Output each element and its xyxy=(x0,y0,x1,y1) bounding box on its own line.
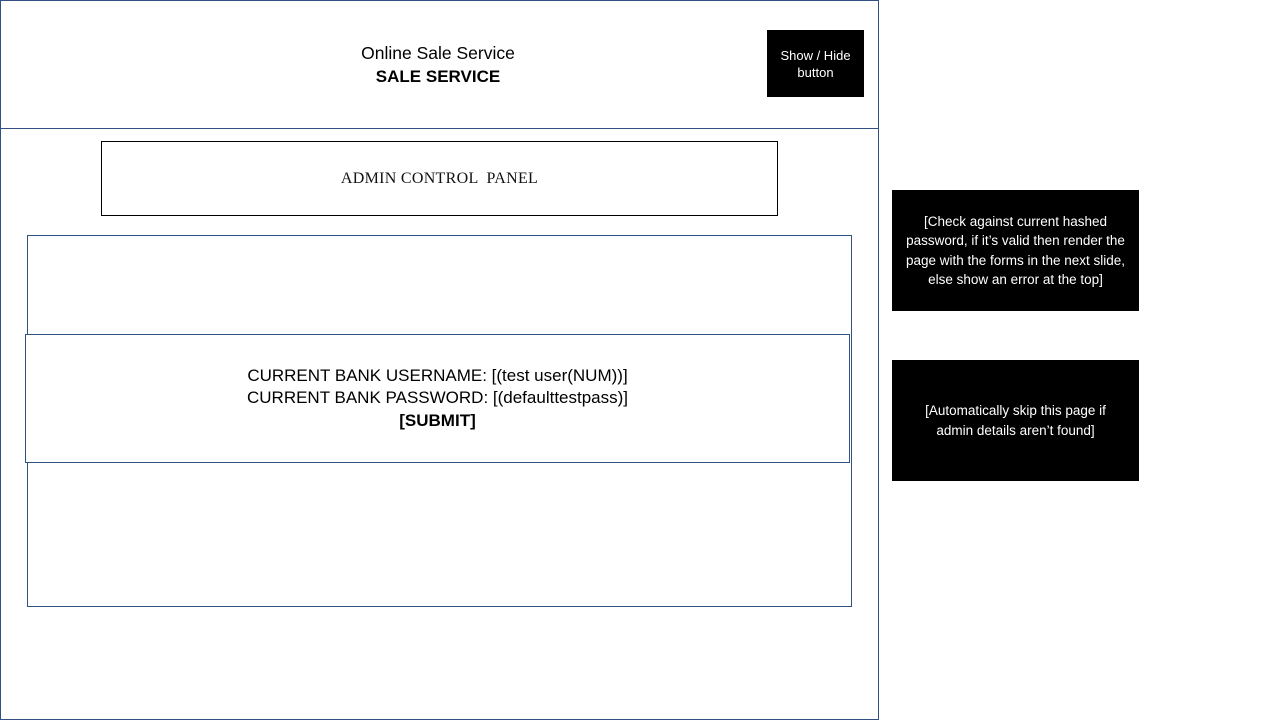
auto-skip-note: [Automatically skip this page if admin d… xyxy=(892,360,1139,481)
admin-panel-title: ADMIN CONTROL PANEL xyxy=(340,169,539,187)
page-header: Online Sale Service SALE SERVICE xyxy=(238,42,638,88)
header-divider xyxy=(0,128,879,129)
password-check-note-text: [Check against current hashed password, … xyxy=(905,213,1126,288)
password-check-note: [Check against current hashed password, … xyxy=(892,190,1139,311)
service-name: SALE SERVICE xyxy=(375,67,501,86)
show-hide-button[interactable]: Show / Hide button xyxy=(767,30,864,97)
submit-button[interactable]: [SUBMIT] xyxy=(399,410,475,433)
app-name: Online Sale Service xyxy=(361,43,515,63)
username-field[interactable]: CURRENT BANK USERNAME: [(test user(NUM))… xyxy=(247,365,627,388)
auto-skip-note-text: [Automatically skip this page if admin d… xyxy=(925,403,1106,438)
bank-credentials-form: CURRENT BANK USERNAME: [(test user(NUM))… xyxy=(25,334,850,463)
wireframe-canvas: Online Sale Service SALE SERVICE Show / … xyxy=(0,0,1280,720)
password-field[interactable]: CURRENT BANK PASSWORD: [(defaulttestpass… xyxy=(247,387,628,410)
admin-panel-banner: ADMIN CONTROL PANEL xyxy=(101,141,778,216)
